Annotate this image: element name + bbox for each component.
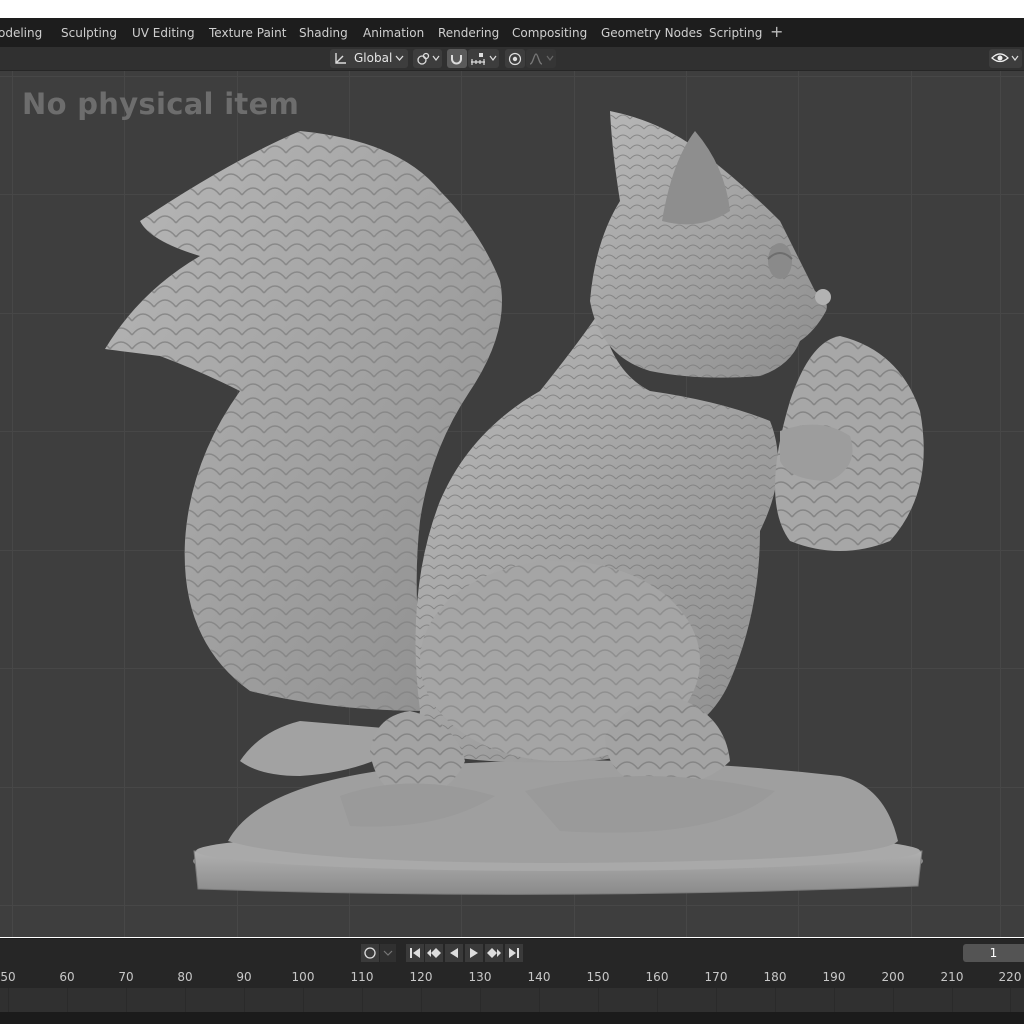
proportional-edit-icon bbox=[508, 52, 522, 66]
magnet-icon bbox=[451, 55, 462, 65]
track-gridline bbox=[1010, 988, 1011, 1012]
pivot-point-dropdown[interactable] bbox=[413, 49, 442, 68]
track-gridline bbox=[126, 988, 127, 1012]
chevron-down-icon bbox=[546, 55, 554, 61]
frame-tick-label: 220 bbox=[998, 970, 1022, 984]
tab-sculpting[interactable]: Sculpting bbox=[61, 24, 117, 42]
chevron-down-icon bbox=[395, 55, 404, 61]
tab-uv-editing[interactable]: UV Editing bbox=[132, 24, 195, 42]
current-frame-field[interactable]: 1 bbox=[963, 944, 1024, 962]
tab-compositing[interactable]: Compositing bbox=[512, 24, 587, 42]
proportional-editing-toggle[interactable] bbox=[505, 49, 525, 68]
frame-tick-label: 100 bbox=[291, 970, 315, 984]
frame-tick-label: 150 bbox=[586, 970, 610, 984]
status-bar bbox=[0, 1012, 1024, 1024]
frame-tick-label: 160 bbox=[645, 970, 669, 984]
track-gridline bbox=[716, 988, 717, 1012]
skip-start-icon bbox=[410, 948, 420, 958]
tab-texture-paint[interactable]: Texture Paint bbox=[209, 24, 286, 42]
orientation-label: Global bbox=[354, 51, 393, 65]
top-whitespace bbox=[0, 0, 1024, 18]
snap-toggle[interactable] bbox=[447, 49, 467, 68]
track-gridline bbox=[185, 988, 186, 1012]
frame-tick-label: 200 bbox=[881, 970, 905, 984]
transform-orientation-dropdown[interactable]: Global bbox=[330, 49, 408, 68]
frame-tick-label: 120 bbox=[409, 970, 433, 984]
track-gridline bbox=[893, 988, 894, 1012]
frame-tick-label: 190 bbox=[822, 970, 846, 984]
play-icon bbox=[470, 948, 478, 958]
timeline-ruler[interactable]: 50 60 70 80 90 100 110 120 130 140 150 1… bbox=[0, 966, 1024, 988]
3d-viewport[interactable]: No physical item bbox=[0, 71, 1024, 937]
play-reverse-button[interactable] bbox=[445, 944, 463, 962]
chevron-down-icon bbox=[383, 950, 393, 956]
keyframe-mode-toggle[interactable] bbox=[361, 944, 379, 962]
chevron-down-icon bbox=[432, 55, 440, 61]
play-reverse-icon bbox=[450, 948, 458, 958]
timeline-track-area[interactable] bbox=[0, 988, 1024, 1012]
visibility-dropdown[interactable] bbox=[989, 49, 1022, 68]
frame-tick-label: 80 bbox=[177, 970, 193, 984]
timeline-controls: 1 bbox=[0, 938, 1024, 967]
frame-tick-label: 210 bbox=[940, 970, 964, 984]
tab-animation[interactable]: Animation bbox=[363, 24, 424, 42]
tab-geometry-nodes[interactable]: Geometry Nodes bbox=[601, 24, 702, 42]
keying-dropdown[interactable] bbox=[380, 944, 396, 962]
jump-to-end-button[interactable] bbox=[505, 944, 523, 962]
frame-tick-label: 50 bbox=[0, 970, 16, 984]
snap-target-dropdown[interactable] bbox=[468, 49, 499, 68]
track-gridline bbox=[775, 988, 776, 1012]
frame-tick-label: 140 bbox=[527, 970, 551, 984]
squirrel-sculpt-model[interactable] bbox=[0, 71, 1024, 937]
tab-shading[interactable]: Shading bbox=[299, 24, 348, 42]
next-keyframe-icon bbox=[487, 948, 501, 958]
track-gridline bbox=[421, 988, 422, 1012]
prev-keyframe-icon bbox=[427, 948, 441, 958]
track-gridline bbox=[657, 988, 658, 1012]
skip-end-icon bbox=[509, 948, 519, 958]
viewport-header: Global bbox=[0, 47, 1024, 71]
track-gridline bbox=[539, 988, 540, 1012]
snap-increment-icon bbox=[471, 53, 485, 65]
play-button[interactable] bbox=[465, 944, 483, 962]
proportional-falloff-dropdown[interactable] bbox=[526, 49, 556, 68]
frame-tick-label: 170 bbox=[704, 970, 728, 984]
tab-rendering[interactable]: Rendering bbox=[438, 24, 499, 42]
track-gridline bbox=[598, 988, 599, 1012]
track-gridline bbox=[67, 988, 68, 1012]
tab-scripting[interactable]: Scripting bbox=[709, 24, 762, 42]
falloff-curve-icon bbox=[529, 53, 543, 65]
previous-keyframe-button[interactable] bbox=[425, 944, 443, 962]
frame-tick-label: 110 bbox=[350, 970, 374, 984]
track-gridline bbox=[480, 988, 481, 1012]
tab-modeling[interactable]: odeling bbox=[0, 24, 42, 42]
record-icon bbox=[364, 947, 376, 959]
frame-tick-label: 130 bbox=[468, 970, 492, 984]
track-gridline bbox=[952, 988, 953, 1012]
track-gridline bbox=[362, 988, 363, 1012]
next-keyframe-button[interactable] bbox=[485, 944, 503, 962]
frame-tick-label: 180 bbox=[763, 970, 787, 984]
frame-tick-label: 90 bbox=[236, 970, 252, 984]
axes-icon bbox=[335, 53, 346, 64]
track-gridline bbox=[8, 988, 9, 1012]
eye-icon bbox=[991, 53, 1009, 63]
workspace-tab-bar: odeling Sculpting UV Editing Texture Pai… bbox=[0, 18, 1024, 47]
track-gridline bbox=[303, 988, 304, 1012]
jump-to-start-button[interactable] bbox=[406, 944, 424, 962]
add-workspace-button[interactable]: + bbox=[770, 21, 783, 43]
chevron-down-icon bbox=[1011, 55, 1019, 61]
frame-tick-label: 60 bbox=[59, 970, 75, 984]
link-icon bbox=[417, 52, 430, 65]
chevron-down-icon bbox=[489, 55, 497, 61]
track-gridline bbox=[244, 988, 245, 1012]
track-gridline bbox=[834, 988, 835, 1012]
frame-tick-label: 70 bbox=[118, 970, 134, 984]
